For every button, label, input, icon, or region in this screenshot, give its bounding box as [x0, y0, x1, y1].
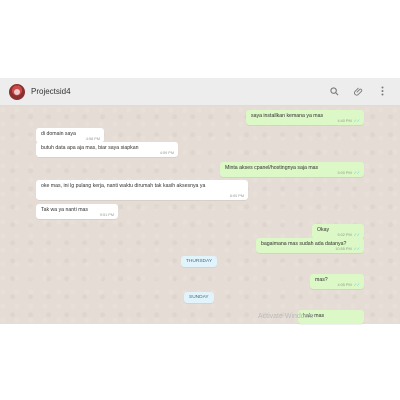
day-separator-thursday: THURSDAY [181, 256, 218, 267]
more-vert-icon[interactable] [376, 85, 388, 97]
message-outgoing: mas? 4:05 PM ✓✓ [310, 274, 364, 289]
message-incoming: oke mas, ini lg pulang kerja, nanti wakt… [36, 180, 248, 200]
message-outgoing: Minta akses cpanel/hostingnya saja mas 5… [220, 162, 364, 177]
search-icon[interactable] [328, 85, 340, 97]
message-outgoing: bagaimana mas sudah ada datanya? 10:55 P… [256, 238, 364, 253]
avatar[interactable] [9, 83, 25, 100]
chat-header: Projectsid4 [0, 78, 400, 106]
message-outgoing: saya installkan kemana ya mas 4:40 PM ✓✓ [246, 110, 364, 125]
day-separator-sunday: SUNDAY [184, 292, 214, 303]
message-list[interactable]: saya installkan kemana ya mas 4:40 PM ✓✓ … [0, 106, 400, 324]
message-outgoing: Okay 5:02 PM ✓✓ [312, 224, 364, 239]
paperclip-icon[interactable] [352, 85, 364, 97]
activate-windows-watermark: Activate Windows [258, 313, 314, 320]
message-incoming: Tak wa ya nanti mas 9:51 PM [36, 204, 118, 219]
message-incoming: butuh data apa aja mas, biar saya siapka… [36, 142, 178, 157]
message-incoming: di domain saya 4:58 PM [36, 128, 104, 143]
contact-name[interactable]: Projectsid4 [31, 87, 71, 96]
